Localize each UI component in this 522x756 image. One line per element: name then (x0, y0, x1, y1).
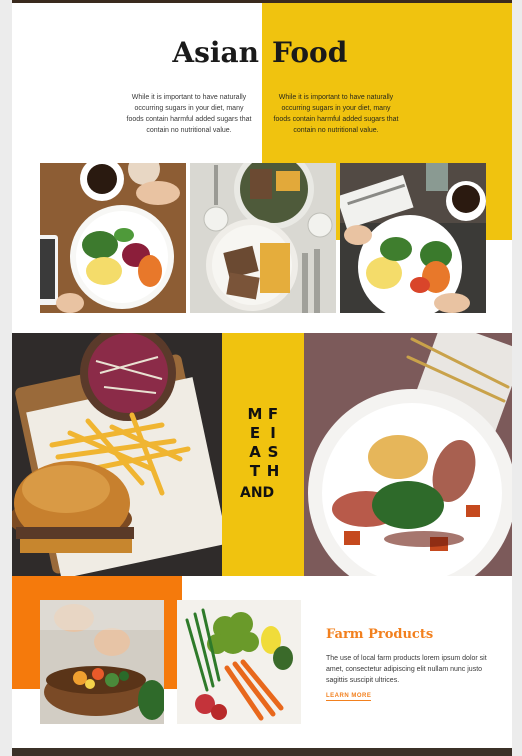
steak-plate-photo (304, 333, 512, 576)
letter: S (267, 443, 279, 461)
bottom-photo-strip (12, 748, 512, 756)
meat-and-fish-banner: M E A T F I S H AND (222, 333, 304, 576)
farm-products-description: The use of local farm products lorem ips… (326, 655, 487, 684)
breakfast-plate-photo (40, 163, 186, 313)
salad-bowl-photo (40, 600, 164, 724)
farm-products-title: Farm Products (326, 627, 434, 642)
letter: H (266, 462, 280, 480)
sandwich-fries-photo (190, 163, 336, 313)
letter: E (249, 424, 261, 442)
vertical-word-fish: F I S H (262, 405, 284, 481)
letter: M (247, 405, 263, 423)
letter: A (249, 443, 261, 461)
letter: T (249, 462, 261, 480)
hero-title-left: Asian (172, 36, 259, 69)
learn-more-link[interactable]: LEARN MORE (326, 693, 372, 701)
page: Asian Food While it is important to have… (12, 0, 512, 756)
and-word: AND (240, 485, 275, 501)
intro-text-right: While it is important to have naturally … (273, 94, 399, 134)
letter: I (270, 424, 276, 442)
burger-fries-photo (12, 333, 222, 576)
letter: F (267, 405, 279, 423)
breakfast-plate-photo-2 (340, 163, 486, 313)
vegetables-photo (177, 600, 301, 724)
hero-title-right: Food (272, 36, 348, 69)
intro-text-left: While it is important to have naturally … (126, 94, 252, 134)
